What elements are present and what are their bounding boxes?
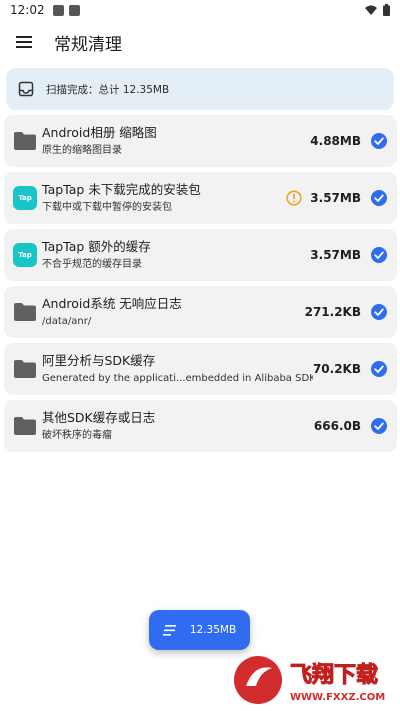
- app-bar: 常规清理: [0, 22, 400, 62]
- folder-icon: [14, 360, 36, 378]
- item-size: 4.88MB: [310, 134, 361, 148]
- watermark-text: 飞翔下载: [290, 662, 378, 688]
- folder-icon: [14, 303, 36, 321]
- wifi-icon: [365, 5, 377, 15]
- list-item[interactable]: Android相册 缩略图 原生的缩略图目录 4.88MB: [4, 115, 397, 167]
- clean-button[interactable]: 12.35MB: [149, 610, 250, 650]
- menu-icon: [16, 36, 32, 48]
- sort-lines-icon: [162, 624, 176, 636]
- cleanup-list: Android相册 缩略图 原生的缩略图目录 4.88MB Tap TapTap…: [4, 115, 397, 457]
- checkbox-checked-icon[interactable]: [371, 418, 387, 434]
- tray-icon: [18, 81, 34, 97]
- watermark-url: WWW.FXXZ.COM: [290, 692, 385, 703]
- battery-icon: [383, 4, 390, 16]
- item-size: 3.57MB: [310, 248, 361, 262]
- watermark-logo: 飞翔下载 WWW.FXXZ.COM: [234, 656, 385, 704]
- checkbox-checked-icon[interactable]: [371, 247, 387, 263]
- checkbox-checked-icon[interactable]: [371, 304, 387, 320]
- folder-icon: [14, 132, 36, 150]
- list-item[interactable]: 其他SDK缓存或日志 破坏秩序的毒瘤 666.0B: [4, 400, 397, 452]
- list-item[interactable]: Tap TapTap 未下载完成的安装包 下载中或下载中暂停的安装包 3.57M…: [4, 172, 397, 224]
- clean-button-label: 12.35MB: [189, 624, 237, 636]
- taptap-logo: Tap: [13, 186, 37, 210]
- menu-button[interactable]: [12, 30, 36, 54]
- item-title: TapTap 额外的缓存: [42, 238, 151, 254]
- notification-icon: [52, 4, 64, 16]
- checkbox-checked-icon[interactable]: [371, 190, 387, 206]
- item-subtitle: 下载中或下载中暂停的安装包: [42, 201, 172, 213]
- item-title: Android系统 无响应日志: [42, 295, 182, 311]
- status-time: 12:02: [10, 3, 45, 17]
- checkbox-checked-icon[interactable]: [371, 361, 387, 377]
- item-subtitle: /data/anr/: [42, 315, 92, 327]
- list-item[interactable]: Android系统 无响应日志 /data/anr/ 271.2KB: [4, 286, 397, 338]
- status-bar: 12:02: [0, 0, 400, 20]
- notification-icon: [68, 4, 80, 16]
- item-size: 3.57MB: [310, 191, 361, 205]
- item-title: 其他SDK缓存或日志: [42, 409, 156, 425]
- item-size: 666.0B: [313, 419, 361, 433]
- item-subtitle: Generated by the applicati...embedded in…: [42, 372, 313, 384]
- folder-icon: [14, 417, 36, 435]
- item-title: Android相册 缩略图: [42, 124, 157, 140]
- scan-summary-card: 扫描完成：总计 12.35MB: [6, 68, 394, 110]
- item-subtitle: 不合乎规范的缓存目录: [42, 258, 142, 270]
- item-size: 271.2KB: [304, 305, 361, 319]
- taptap-logo: Tap: [13, 243, 37, 267]
- list-item[interactable]: 阿里分析与SDK缓存 Generated by the applicati...…: [4, 343, 397, 395]
- checkbox-checked-icon[interactable]: [371, 133, 387, 149]
- warning-icon[interactable]: [286, 190, 302, 206]
- item-title: TapTap 未下载完成的安装包: [42, 181, 201, 197]
- item-subtitle: 原生的缩略图目录: [42, 144, 122, 156]
- item-title: 阿里分析与SDK缓存: [42, 352, 156, 368]
- page-title: 常规清理: [54, 34, 122, 55]
- list-item[interactable]: Tap TapTap 额外的缓存 不合乎规范的缓存目录 3.57MB: [4, 229, 397, 281]
- item-subtitle: 破坏秩序的毒瘤: [42, 429, 112, 441]
- item-size: 70.2KB: [312, 362, 361, 376]
- scan-summary-text: 扫描完成：总计 12.35MB: [46, 83, 170, 96]
